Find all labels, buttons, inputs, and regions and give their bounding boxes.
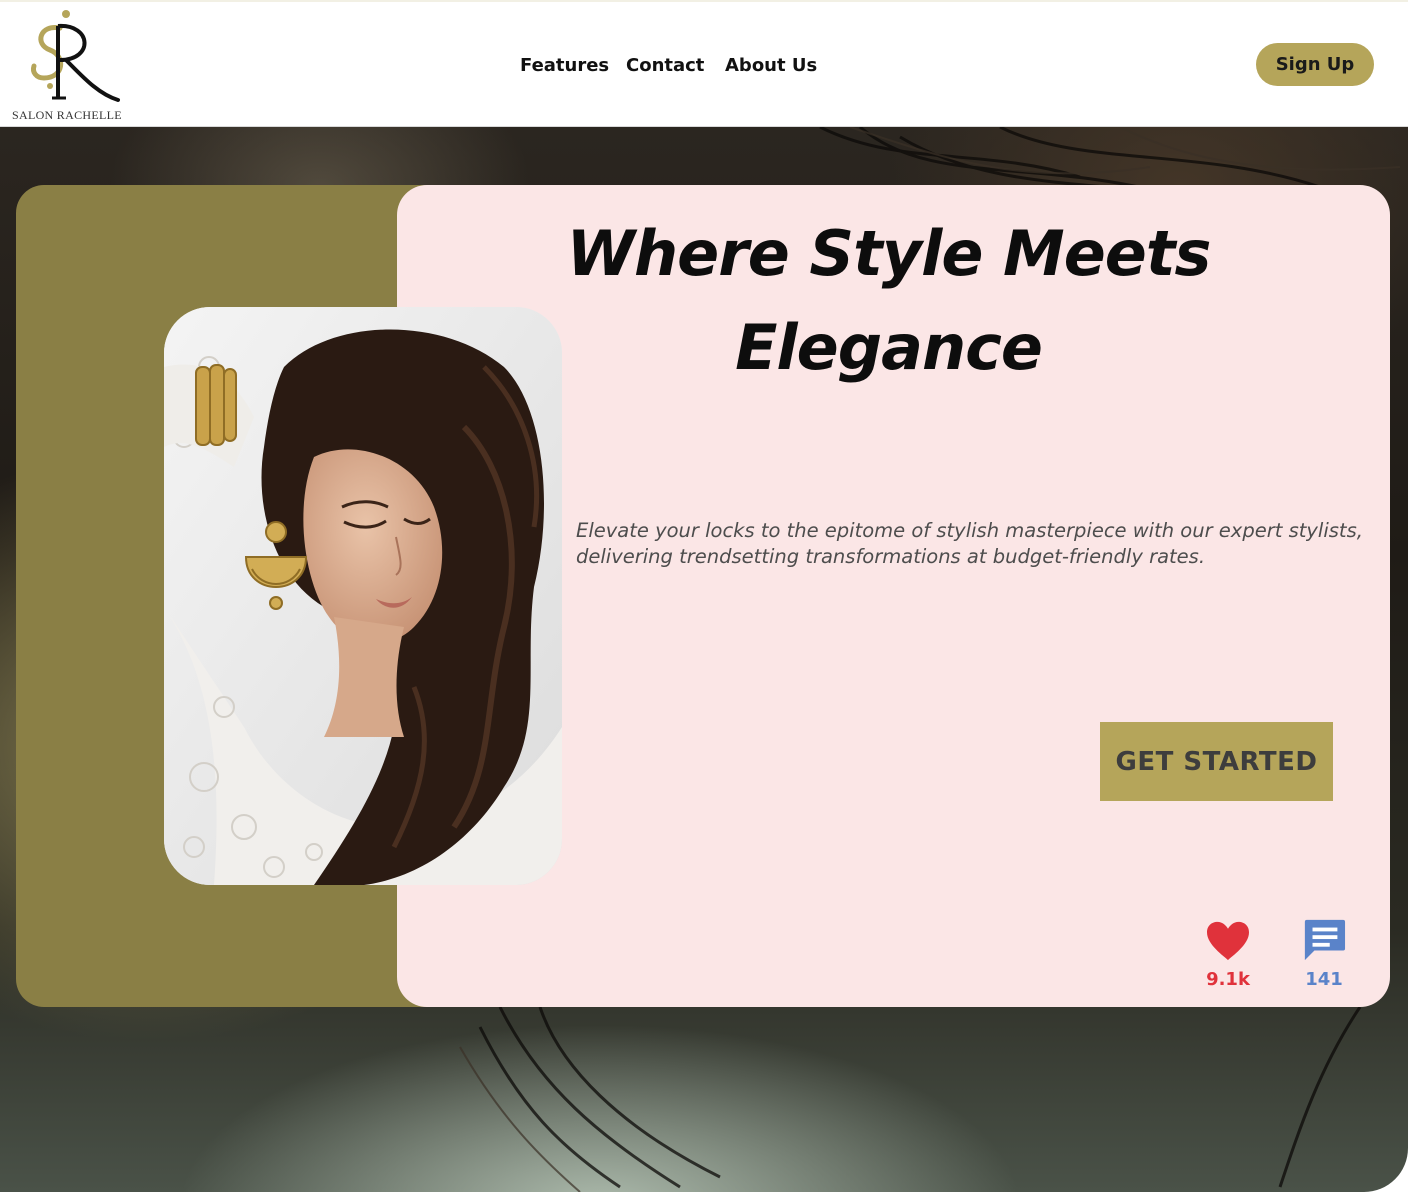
page-frame: SALON RACHELLE Features Contact About Us…	[0, 0, 1408, 1192]
comments-count: 141	[1305, 969, 1343, 990]
site-header: SALON RACHELLE Features Contact About Us…	[0, 0, 1408, 127]
headline-line-1: Where Style Meets	[566, 217, 1212, 290]
heart-icon[interactable]	[1205, 920, 1251, 962]
salon-logo-icon[interactable]	[10, 6, 128, 124]
likes-stat[interactable]: 9.1k	[1200, 920, 1256, 990]
nav-contact-link[interactable]: Contact	[626, 55, 704, 76]
get-started-button[interactable]: GET STARTED	[1100, 722, 1333, 801]
comments-stat[interactable]: 141	[1296, 918, 1352, 990]
signup-button[interactable]: Sign Up	[1256, 43, 1374, 86]
nav-about-link[interactable]: About Us	[725, 55, 817, 76]
model-photo	[164, 307, 562, 885]
likes-count: 9.1k	[1206, 969, 1250, 990]
model-portrait-image	[164, 307, 562, 885]
hero-subtext: Elevate your locks to the epitome of sty…	[576, 519, 1363, 568]
comment-icon[interactable]	[1301, 918, 1347, 962]
nav-features-link[interactable]: Features	[520, 55, 609, 76]
brand-name: SALON RACHELLE	[12, 108, 122, 122]
